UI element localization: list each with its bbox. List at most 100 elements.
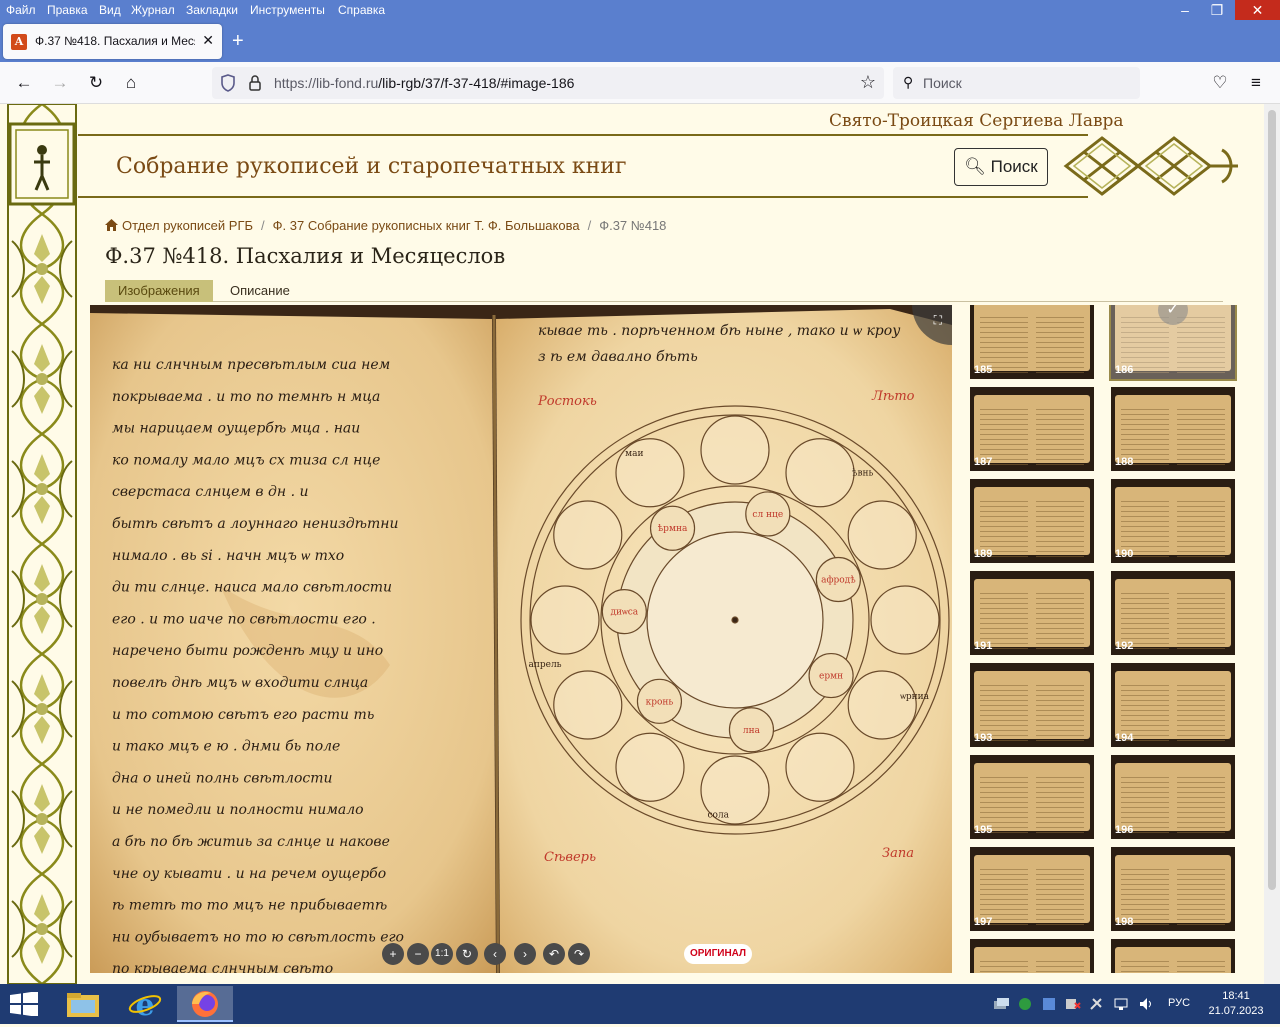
manuscript-line: ко помалу мало мцъ сх тиза сл нце [112,452,380,468]
thumbnail-number: 193 [974,732,993,744]
menu-file[interactable]: Файл [6,3,36,17]
breadcrumb-fond[interactable]: Ф. 37 Собрание рукописных книг Т. Ф. Бол… [273,218,580,233]
thumbnail-image[interactable]: 190 [1111,479,1235,563]
thumbnail-image[interactable]: 196 [1111,755,1235,839]
manuscript-image[interactable]: ка ни слнчным пресвѣтлым сиа нем покрывае… [90,305,952,973]
thumbnail-image[interactable] [1111,939,1235,973]
thumbnail-image[interactable] [970,939,1094,973]
rotate-left-button[interactable]: ↶ [543,943,565,965]
wheel-label: афродѣ [821,576,856,586]
thumbnail-image[interactable]: 189 [970,479,1094,563]
next-image-button[interactable]: › [514,943,536,965]
breadcrumb: Отдел рукописей РГБ / Ф. 37 Собрание рукоп… [105,218,666,233]
volume-icon[interactable] [1138,997,1154,1011]
thumbnail-text-lines [1177,409,1225,465]
menu-history[interactable]: Журнал [131,3,175,17]
internet-explorer-icon[interactable]: e [117,986,173,1023]
thumbnail-number: 190 [1115,548,1134,560]
manuscript-line: з ѣ ем давално бѣть [538,349,698,365]
menu-help[interactable]: Справка [338,3,385,17]
rotate-button[interactable]: ↻ [456,943,478,965]
tray-app-icon[interactable] [1041,997,1057,1011]
hamburger-menu-icon[interactable]: ≡ [1246,73,1266,93]
scrollbar-thumb[interactable] [1268,110,1276,890]
network-icon[interactable] [993,997,1009,1011]
thumbnail-image[interactable]: 197 [970,847,1094,931]
tab-close-icon[interactable]: ✕ [202,32,214,49]
thumbnail-image[interactable]: 195 [970,755,1094,839]
thumbnail-image[interactable]: ✓ 186 [1109,305,1237,381]
reload-icon[interactable]: ↻ [86,73,106,93]
manuscript-line: ни оубываетъ но то ю свѣтлость его [112,929,404,945]
rotate-right-button[interactable]: ↷ [568,943,590,965]
tab-description[interactable]: Описание [217,280,303,302]
thumbnail-image[interactable]: 194 [1111,663,1235,747]
prev-image-button[interactable]: ‹ [484,943,506,965]
lock-icon[interactable] [248,74,262,92]
search-bar[interactable]: ⚲ Поиск [893,67,1140,99]
thumbnail-text-lines [1036,869,1084,925]
zoom-in-button[interactable]: + [382,943,404,965]
thumbnail-right-page [1173,487,1231,557]
thumbnail-image[interactable]: 188 [1111,387,1235,471]
minimize-button[interactable]: – [1170,0,1200,20]
forward-arrow-icon[interactable]: → [50,73,70,93]
system-clock[interactable]: 18:41 21.07.2023 [1204,989,1268,1019]
thumbnail-number: 196 [1115,824,1134,836]
thumbnail-right-page [1173,947,1231,973]
menu-bookmarks[interactable]: Закладки [186,3,238,17]
site-title[interactable]: Собрание рукописей и старопечатных книг [116,154,627,179]
thumbnail-image[interactable]: 191 [970,571,1094,655]
original-button[interactable]: ОРИГИНАЛ [684,944,752,964]
bookmark-star-icon[interactable]: ☆ [860,72,876,93]
tracking-shield-icon[interactable] [220,74,236,92]
thumbnail-left-page [1115,671,1173,741]
thumbnail-number: 185 [974,364,993,376]
menu-view[interactable]: Вид [99,3,121,17]
close-window-button[interactable]: ✕ [1235,0,1280,20]
home-icon[interactable]: ⌂ [121,73,141,93]
page-scrollbar[interactable] [1264,104,1280,984]
thumbnail-text-lines [1036,685,1084,741]
thumbnail-strip[interactable]: 185 ✓ 186 187 188 189 190 191 192 193 194 195 196 197… [965,305,1265,973]
manuscript-line: по крываема слнчным свѣто [112,961,333,973]
pocket-icon[interactable]: ♡ [1210,73,1230,93]
thumbnail-left-page [974,579,1032,649]
url-text[interactable]: https://lib-fond.ru/lib-rgb/37/f-37-418/… [274,75,574,91]
thumbnail-image[interactable]: 185 [970,305,1094,379]
network-status-icon[interactable] [1113,997,1129,1011]
thumbnail-image[interactable]: 193 [970,663,1094,747]
maximize-button[interactable]: ❐ [1202,0,1232,20]
back-arrow-icon[interactable]: ← [14,73,34,93]
actual-size-button[interactable]: 1:1 [431,943,453,965]
thumbnail-left-page [974,305,1032,373]
menu-tools[interactable]: Инструменты [250,3,325,17]
thumbnail-image[interactable]: 192 [1111,571,1235,655]
file-explorer-icon[interactable] [55,986,111,1022]
site-search-button[interactable]: 🔍︎ Поиск [954,148,1048,186]
tab-active[interactable]: A Ф.37 №418. Пасхалия и Месяцеслов ✕ [3,24,222,59]
manuscript-line: покрываема . и то по темнѣ н мца [112,389,380,405]
breadcrumb-home[interactable]: Отдел рукописей РГБ [122,218,253,233]
menu-edit[interactable]: Правка [47,3,88,17]
shield-tray-icon[interactable] [1017,997,1033,1011]
thumbnail-text-lines [1121,317,1169,373]
firefox-icon[interactable] [177,986,233,1022]
tools-tray-icon[interactable] [1089,997,1105,1011]
thumbnail-text-lines [1177,961,1225,973]
url-bar[interactable]: https://lib-fond.ru/lib-rgb/37/f-37-418/… [212,67,884,99]
thumbnail-text-lines [1036,409,1084,465]
new-tab-button[interactable]: + [232,30,244,53]
muted-tray-icon[interactable] [1065,997,1081,1011]
input-language[interactable]: РУС [1168,997,1190,1009]
manuscript-line: ка ни слнчным пресвѣтлым сиа нем [112,357,390,373]
manuscript-line: бытѣ свѣтъ а лоуннаго нениздѣтни [112,516,399,532]
zoom-out-button[interactable]: − [407,943,429,965]
image-viewer[interactable]: ка ни слнчным пресвѣтлым сиа нем покрывае… [90,305,952,973]
thumbnail-image[interactable]: 198 [1111,847,1235,931]
tab-images[interactable]: Изображения [105,280,213,302]
lavra-title[interactable]: Свято-Троицкая Сергиева Лавра [829,111,1124,131]
thumbnail-image[interactable]: 187 [970,387,1094,471]
windows-start-icon[interactable] [10,992,38,1016]
manuscript-line: ѣ тетѣ то то мцъ не прибываетѣ [112,898,387,914]
